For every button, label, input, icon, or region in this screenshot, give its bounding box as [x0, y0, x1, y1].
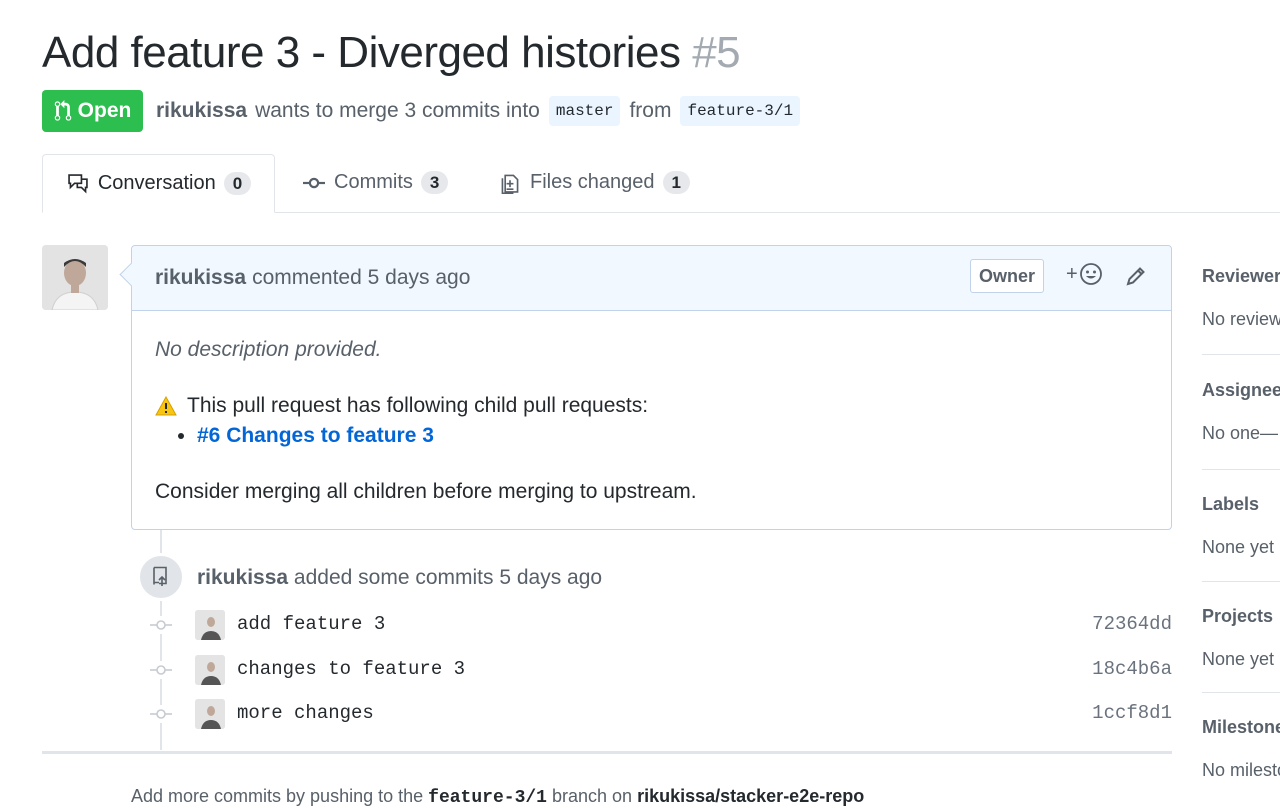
push-author-link[interactable]: rikukissa — [197, 566, 288, 589]
tab-conversation-label: Conversation — [97, 172, 216, 194]
sidebar-assignees: Assignees No one— — [1202, 380, 1280, 444]
pr-tabs: Conversation 0 Commits 3 Files changed 1 — [42, 154, 1280, 213]
plus-icon: + — [1066, 262, 1078, 285]
commit-row: more changes 1ccf8d1 — [148, 699, 1172, 729]
child-pr-link[interactable]: #6 Changes to feature 3 — [197, 424, 434, 447]
pr-number: #5 — [692, 28, 741, 77]
pr-title-text: Add feature 3 - Diverged histories — [42, 28, 681, 77]
tab-files-changed[interactable]: Files changed 1 — [498, 154, 690, 211]
timeline-divider — [42, 751, 1172, 754]
pencil-icon — [1126, 267, 1145, 286]
sidebar-reviewers: Reviewers No reviewers — [1202, 266, 1280, 330]
comment-discussion-icon — [68, 173, 88, 194]
tab-conversation[interactable]: Conversation 0 — [42, 154, 275, 213]
state-label: Open — [77, 99, 132, 122]
avatar-person-icon — [42, 245, 108, 310]
child-pr-list: #6 Changes to feature 3 — [155, 423, 1148, 449]
commit-sha-link[interactable]: 1ccf8d1 — [1092, 702, 1172, 724]
tab-files-count: 1 — [662, 171, 690, 194]
commit-author-avatar[interactable] — [195, 655, 225, 685]
commit-sha-link[interactable]: 72364dd — [1092, 613, 1172, 635]
commit-author-avatar[interactable] — [195, 699, 225, 729]
commit-author-avatar[interactable] — [195, 610, 225, 640]
sidebar-divider — [1202, 581, 1280, 582]
commit-sha-link[interactable]: 18c4b6a — [1092, 658, 1172, 680]
push-hint-prefix: Add more commits by pushing to the — [131, 786, 424, 806]
sidebar-labels-heading[interactable]: Labels — [1202, 494, 1280, 515]
push-hint-middle: branch on — [552, 786, 633, 806]
comment-author-link[interactable]: rikukissa — [155, 266, 246, 290]
comment-timestamp[interactable]: commented 5 days ago — [252, 266, 470, 290]
repo-push-icon — [153, 566, 167, 586]
sidebar-reviewers-value: No reviewers — [1202, 309, 1280, 329]
sidebar-projects: Projects None yet — [1202, 606, 1280, 670]
push-hint: Add more commits by pushing to the featu… — [131, 786, 864, 808]
push-event-description: added some commits 5 days ago — [293, 566, 603, 589]
sidebar-milestone-value: No milestone — [1202, 760, 1280, 780]
pr-author-link[interactable]: rikukissa — [156, 99, 247, 123]
sidebar-labels-value: None yet — [1202, 537, 1275, 557]
author-avatar[interactable] — [42, 245, 108, 310]
commit-message-link[interactable]: changes to feature 3 — [237, 658, 465, 680]
sidebar-reviewers-heading[interactable]: Reviewers — [1202, 266, 1280, 287]
merge-description: wants to merge 3 commits into — [255, 99, 540, 122]
warning-text: This pull request has following child pu… — [187, 394, 649, 417]
sidebar-divider — [1202, 354, 1280, 355]
state-badge: Open — [42, 90, 143, 132]
sidebar-assignees-value: No one— — [1202, 423, 1279, 443]
add-reaction-button[interactable]: + — [1066, 262, 1103, 286]
pr-title: Add feature 3 - Diverged histories #5 — [42, 26, 741, 80]
push-hint-branch: feature-3/1 — [428, 788, 547, 808]
git-commit-icon — [150, 705, 172, 723]
sidebar-divider — [1202, 692, 1280, 693]
tab-commits-label: Commits — [334, 171, 413, 193]
list-item: #6 Changes to feature 3 — [197, 423, 1148, 449]
pr-description-comment: rikukissa commented 5 days ago Owner + N… — [131, 245, 1172, 530]
comment-header: rikukissa commented 5 days ago Owner + — [132, 246, 1171, 311]
commit-row: add feature 3 72364dd — [148, 610, 1172, 640]
tab-files-label: Files changed — [530, 171, 655, 193]
tab-commits[interactable]: Commits 3 — [302, 154, 449, 211]
no-description-text: No description provided. — [155, 338, 382, 361]
comment-body: No description provided. This pull reque… — [132, 311, 1171, 531]
git-commit-icon — [303, 177, 325, 188]
sidebar-milestone-heading[interactable]: Milestone — [1202, 717, 1280, 738]
push-event-badge — [137, 553, 185, 601]
push-hint-repo: rikukissa/stacker-e2e-repo — [637, 786, 865, 806]
sidebar-labels: Labels None yet — [1202, 494, 1280, 558]
edit-comment-button[interactable] — [1125, 265, 1147, 293]
tab-commits-count: 3 — [420, 171, 449, 194]
head-branch[interactable]: feature-3/1 — [680, 96, 801, 126]
warning-icon — [155, 396, 177, 416]
tab-conversation-count: 0 — [223, 172, 252, 195]
smiley-icon — [1079, 263, 1102, 285]
git-commit-icon — [150, 661, 172, 679]
sidebar-divider — [1202, 469, 1280, 470]
consider-text: Consider merging all children before mer… — [155, 480, 697, 503]
commit-row: changes to feature 3 18c4b6a — [148, 655, 1172, 685]
sidebar-milestone: Milestone No milestone — [1202, 717, 1280, 781]
sidebar-projects-value: None yet — [1202, 649, 1275, 669]
git-pull-request-icon — [54, 100, 71, 121]
pr-meta: rikukissa wants to merge 3 commits into … — [156, 96, 808, 126]
from-text: from — [629, 99, 672, 122]
child-pr-warning: This pull request has following child pu… — [155, 393, 1148, 419]
file-diff-icon — [501, 174, 519, 194]
git-commit-icon — [150, 616, 172, 634]
base-branch[interactable]: master — [548, 96, 621, 126]
sidebar-projects-heading[interactable]: Projects — [1202, 606, 1280, 627]
sidebar-assignees-heading[interactable]: Assignees — [1202, 380, 1280, 401]
commit-message-link[interactable]: more changes — [237, 702, 374, 724]
owner-label: Owner — [970, 259, 1044, 293]
commit-message-link[interactable]: add feature 3 — [237, 613, 385, 635]
push-event-text: rikukissa added some commits 5 days ago — [197, 566, 602, 590]
